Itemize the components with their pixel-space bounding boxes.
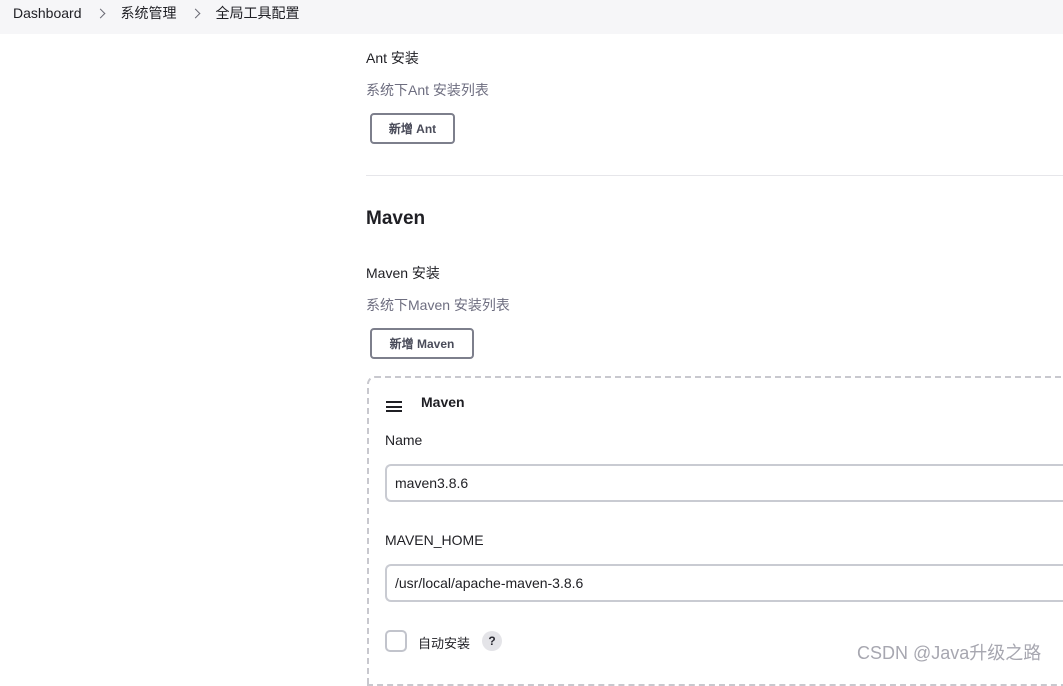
maven-installation-label: Maven 安装 — [366, 265, 440, 281]
ant-installation-label: Ant 安装 — [366, 50, 419, 66]
auto-install-checkbox[interactable] — [385, 630, 407, 652]
breadcrumb-system-management[interactable]: 系统管理 — [121, 4, 177, 22]
add-ant-button[interactable]: 新增 Ant — [370, 113, 455, 144]
add-maven-button[interactable]: 新增 Maven — [370, 328, 474, 359]
maven-home-label: MAVEN_HOME — [385, 532, 484, 548]
maven-section-title: Maven — [366, 208, 426, 229]
section-divider — [366, 175, 1063, 176]
chevron-right-icon — [190, 8, 200, 18]
name-label: Name — [385, 432, 423, 448]
breadcrumb-dashboard[interactable]: Dashboard — [13, 4, 82, 22]
maven-home-input[interactable] — [385, 564, 1063, 602]
name-input[interactable] — [385, 464, 1063, 502]
drag-handle-icon[interactable] — [386, 401, 402, 412]
config-main: Ant 安装 系统下Ant 安装列表 新增 Ant Maven Maven 安装… — [366, 34, 1063, 686]
ant-installation-description: 系统下Ant 安装列表 — [366, 82, 489, 98]
chevron-right-icon — [95, 8, 105, 18]
help-icon[interactable]: ? — [482, 631, 502, 651]
breadcrumb-global-tool-config[interactable]: 全局工具配置 — [216, 4, 300, 22]
breadcrumb-bar: Dashboard 系统管理 全局工具配置 — [0, 0, 1063, 34]
breadcrumb: Dashboard 系统管理 全局工具配置 — [13, 4, 300, 22]
auto-install-label[interactable]: 自动安装 — [418, 633, 470, 652]
watermark: CSDN @Java升级之路 — [857, 643, 1042, 663]
maven-installation-title: Maven — [421, 394, 465, 410]
maven-installation-description: 系统下Maven 安装列表 — [366, 297, 510, 313]
